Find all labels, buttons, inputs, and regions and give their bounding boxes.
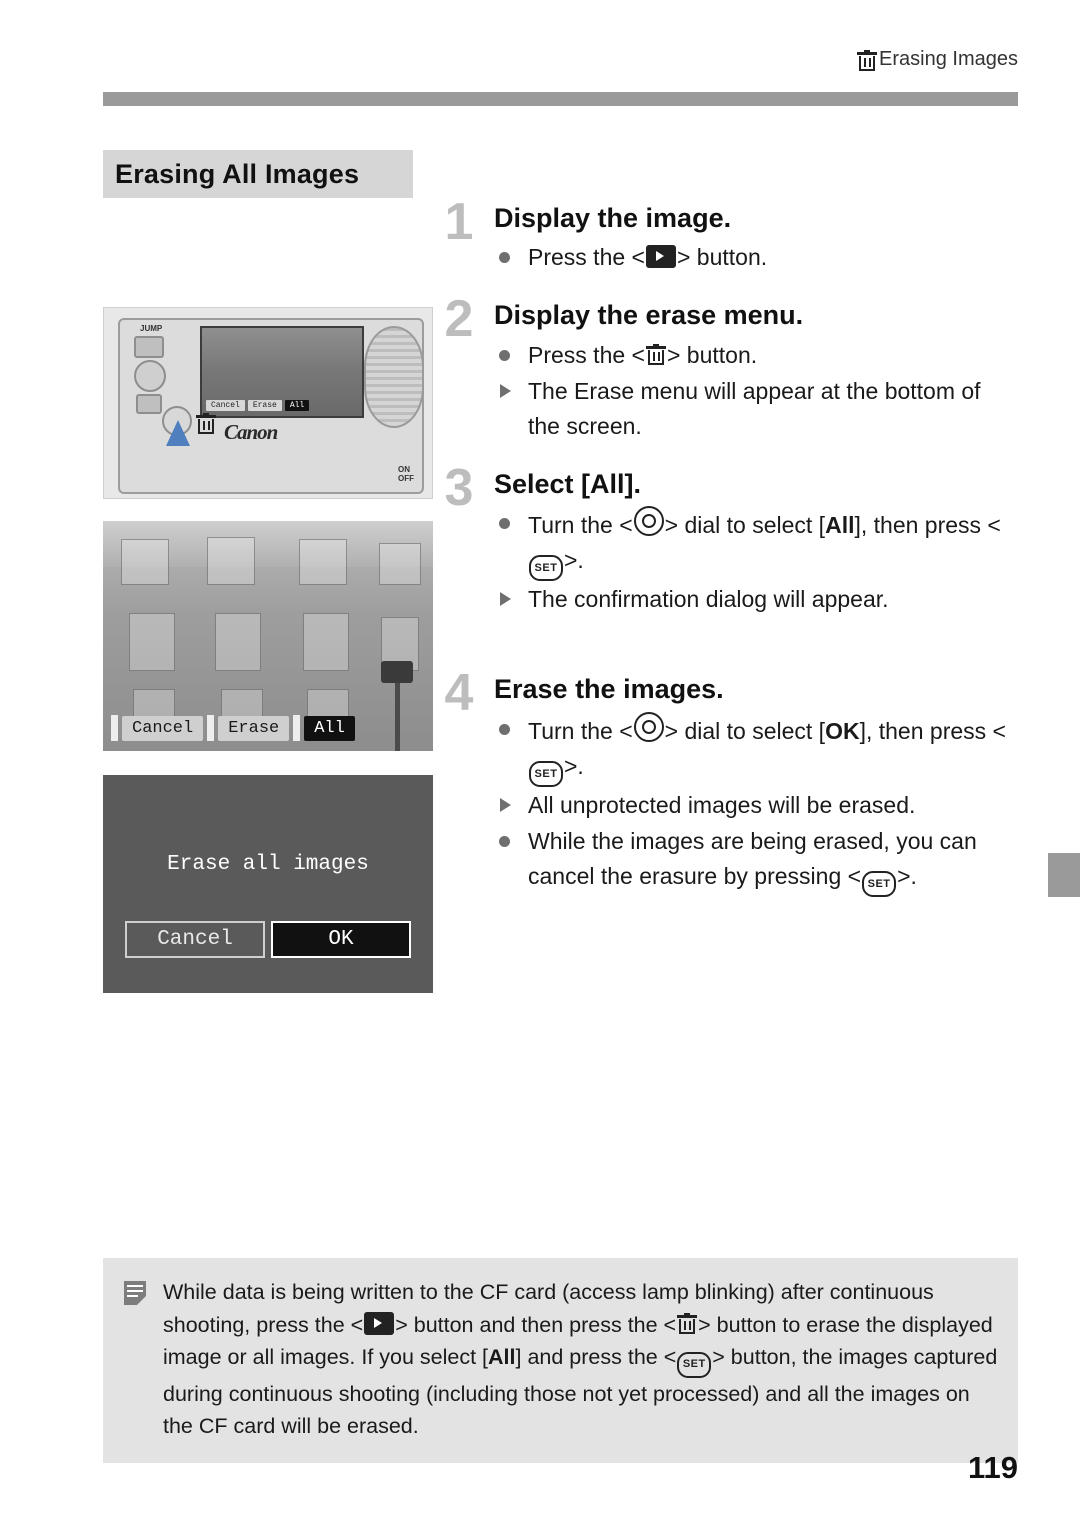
step-4-body: Turn the < > dial to select [OK], then pr…: [494, 711, 1012, 898]
dialog-message: Erase all images: [167, 853, 369, 876]
page-header: Erasing Images: [857, 48, 1018, 71]
camera-rear-illustration: JUMP Cancel Erase All Canon ON OFF: [103, 307, 433, 499]
step-4-number: 4: [444, 664, 474, 723]
step-1-text-post: > button.: [676, 244, 768, 271]
dormer-window: [207, 537, 255, 585]
trash-icon: [677, 1312, 698, 1335]
dialog-button-row: Cancel OK: [125, 921, 411, 958]
step-3-heading: Select [All].: [494, 468, 642, 499]
step-4-text-pre: Turn the <: [528, 717, 633, 744]
step-3-text-end: >.: [564, 546, 584, 573]
set-icon: SET: [529, 760, 563, 787]
set-icon: SET: [862, 871, 897, 898]
step-4-heading: Erase the images.: [494, 674, 724, 705]
step-4: 4 Erase the images. Turn the < > dial to …: [437, 664, 1012, 898]
pointer-arrow: [166, 420, 190, 446]
erase-menu-bar: Cancel Erase All: [111, 713, 425, 743]
brand-logo: Canon: [224, 420, 278, 444]
step-1-heading: Display the image.: [494, 203, 732, 233]
camera-button-jump: [134, 336, 164, 358]
step-1-number: 1: [444, 193, 474, 251]
jump-label: JUMP: [140, 324, 163, 333]
step-2-line-1: Press the < > button.: [494, 338, 1012, 373]
lcd-menu-erase: Erase: [247, 400, 282, 411]
step-1: 1 Display the image. Press the < > button…: [437, 196, 1012, 275]
step-3-text-post: ], then press <: [854, 511, 1001, 538]
step-1-line-1: Press the < > button.: [494, 240, 1012, 275]
note-text: While data is being written to the CF ca…: [163, 1276, 998, 1443]
step-3-line-2: The confirmation dialog will appear.: [494, 582, 1012, 617]
playback-icon: [364, 1311, 395, 1335]
step-2-text-pre: Press the <: [528, 341, 645, 368]
step-4-text-mid: > dial to select [: [664, 717, 826, 744]
step-3-option-all: All: [825, 511, 855, 538]
camera-knob: [134, 360, 166, 392]
menu-item-cancel[interactable]: Cancel: [122, 715, 204, 741]
note-option-all: All: [488, 1345, 516, 1370]
step-4-line-3: While the images are being erased, you c…: [494, 824, 1012, 898]
step-2-body: Press the < > button. The Erase menu will…: [494, 338, 1012, 444]
lcd-playback-illustration: Cancel Erase All: [103, 521, 433, 751]
window: [303, 613, 349, 671]
step-2-line-2: The Erase menu will appear at the bottom…: [494, 374, 1012, 444]
dormer-window: [299, 539, 347, 585]
step-1-body: Press the < > button.: [494, 240, 1012, 275]
step-2-number: 2: [444, 290, 474, 349]
dialog-ok-button[interactable]: OK: [271, 921, 411, 958]
page-title: Erasing All Images: [103, 150, 413, 198]
menu-item-erase[interactable]: Erase: [218, 715, 290, 741]
step-3-text-pre: Turn the <: [528, 511, 633, 538]
step-3-body: Turn the < > dial to select [All], then p…: [494, 505, 1012, 617]
note-seg-4: ] and press the <: [515, 1345, 677, 1370]
step-3-number: 3: [444, 458, 474, 517]
step-4-line-2: All unprotected images will be erased.: [494, 788, 1012, 823]
step-3: 3 Select [All]. Turn the < > dial to sele…: [437, 462, 1012, 618]
lamp-head: [381, 661, 413, 683]
menu-divider: [293, 715, 301, 741]
playback-icon: [645, 245, 676, 269]
camera-main-dial: [364, 326, 424, 428]
step-4-option-ok: OK: [825, 717, 860, 744]
dial-icon: [633, 711, 664, 742]
dormer-window: [379, 543, 421, 585]
menu-divider: [207, 715, 215, 741]
step-2-text-post: > button.: [666, 341, 758, 368]
dialog-cancel-button[interactable]: Cancel: [125, 921, 265, 958]
step-3-text-mid: > dial to select [: [664, 511, 826, 538]
set-icon: SET: [677, 1351, 712, 1378]
menu-left-bar: [111, 715, 118, 741]
page-side-tab: [1048, 853, 1080, 897]
erase-confirmation-dialog: Erase all images Cancel OK: [103, 775, 433, 993]
note-box: While data is being written to the CF ca…: [103, 1258, 1018, 1464]
note-seg-2: > button and then press the <: [395, 1312, 677, 1337]
lcd-menu-cancel: Cancel: [206, 400, 245, 411]
page-number: 119: [967, 1450, 1018, 1485]
set-icon: SET: [529, 555, 563, 582]
trash-icon: [645, 343, 666, 366]
camera-lcd: Cancel Erase All: [200, 326, 364, 418]
lcd-menu-all: All: [284, 400, 310, 411]
step-2: 2 Display the erase menu. Press the < > b…: [437, 293, 1012, 443]
lcd-erase-menu: Cancel Erase All: [206, 400, 310, 411]
instruction-steps: 1 Display the image. Press the < > button…: [437, 196, 1012, 915]
step-4-text-end: >.: [564, 752, 584, 779]
header-rule: [103, 92, 1018, 106]
step-1-text-pre: Press the <: [528, 244, 645, 271]
note-icon: [123, 1276, 149, 1443]
header-title: Erasing Images: [879, 48, 1018, 70]
trash-icon: [857, 49, 878, 71]
trash-icon-camera: [196, 412, 216, 434]
step-4-text-post: ], then press <: [859, 717, 1006, 744]
step-2-heading: Display the erase menu.: [494, 300, 804, 331]
dial-icon: [633, 505, 664, 536]
step-4-line-1: Turn the < > dial to select [OK], then pr…: [494, 711, 1012, 787]
camera-button-playback: [136, 394, 162, 414]
menu-item-all[interactable]: All: [304, 715, 355, 741]
window: [215, 613, 261, 671]
window: [129, 613, 175, 671]
dormer-window: [121, 539, 169, 585]
step-4-text-post-2: >.: [897, 862, 917, 889]
power-switch-label: ON OFF: [398, 465, 414, 484]
step-3-line-1: Turn the < > dial to select [All], then p…: [494, 505, 1012, 582]
